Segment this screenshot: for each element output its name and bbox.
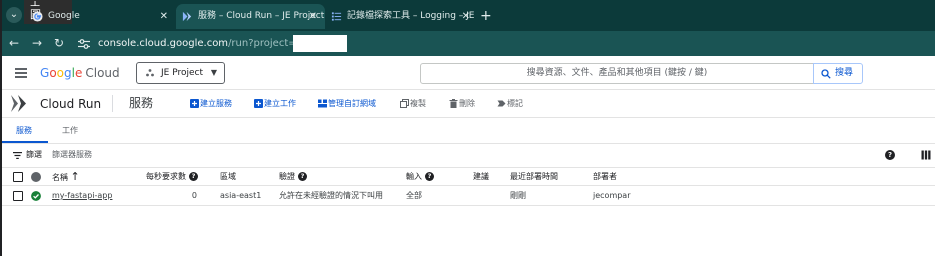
col-last-deployed[interactable]: 最近部署時間 <box>510 168 558 186</box>
button-label: 管理自訂網域 <box>328 99 376 108</box>
screen: ⌄ ㅗ 圖 Google ✕ 服務 – Cloud Run – JE Proje… <box>0 0 935 256</box>
address-bar: ← → ↻ console.cloud.google.com/run?proje… <box>0 31 935 56</box>
label-icon <box>497 100 506 107</box>
page-toolbar: Cloud Run 服務 建立服務 建立工作 管理自訂網域 複製 刪除 標記 <box>0 90 935 118</box>
url-field[interactable]: console.cloud.google.com/run?project=je-… <box>98 35 326 52</box>
filter-icon <box>13 152 22 159</box>
sort-arrow-icon: ↑ <box>70 170 80 183</box>
project-label: JE Project <box>161 68 203 78</box>
tab-jobs[interactable]: 工作 <box>48 118 92 143</box>
help-icon[interactable]: ? <box>425 172 434 181</box>
col-auth[interactable]: 驗證? <box>279 168 307 186</box>
tab-title: 服務 – Cloud Run – JE Project <box>198 11 325 21</box>
filter-bar: 篩選 篩選器服務 ? <box>0 144 935 168</box>
last-deployed-value: 剛剛 <box>510 191 526 200</box>
help-icon[interactable]: ? <box>885 150 895 160</box>
tab-title: 記錄檔探索工具 – Logging – JE <box>347 11 475 21</box>
table-header: 名稱 ↑ 每秒要求數? 區域 驗證? 輸入? 建議 最近部署時間 部署者 <box>0 168 935 186</box>
search-button[interactable]: 搜尋 <box>813 63 863 84</box>
check-circle-icon <box>31 191 41 201</box>
deployer-value: jecompar <box>593 191 631 200</box>
search-button-label: 搜尋 <box>835 68 854 78</box>
search-icon <box>821 69 831 79</box>
cloud-run-icon <box>182 11 192 22</box>
col-req-per-sec[interactable]: 每秒要求數? <box>146 168 198 186</box>
button-label: 標記 <box>507 99 523 108</box>
add-box-icon <box>190 99 199 108</box>
select-all-checkbox[interactable] <box>13 172 23 182</box>
google-cloud-logo[interactable]: Google Cloud <box>40 65 120 81</box>
help-icon[interactable]: ? <box>189 172 198 181</box>
col-deployer[interactable]: 部署者 <box>593 168 617 186</box>
status-column-icon <box>31 172 41 182</box>
button-label: 複製 <box>410 99 426 108</box>
chevron-down-icon: ▼ <box>210 68 217 77</box>
close-tab-icon[interactable]: ✕ <box>160 4 168 29</box>
page-title: 服務 <box>129 96 154 110</box>
window-edge <box>0 0 2 256</box>
button-label: 建立服務 <box>200 99 232 108</box>
ingress-value: 全部 <box>406 191 422 200</box>
tab-title: Google <box>48 11 80 21</box>
row-checkbox[interactable] <box>13 191 23 201</box>
close-tab-icon[interactable]: ✕ <box>309 4 317 29</box>
help-icon[interactable]: ? <box>298 172 307 181</box>
trash-icon <box>449 99 458 108</box>
filter-input[interactable]: 篩選器服務 <box>52 144 92 166</box>
button-label: 建立工作 <box>264 99 296 108</box>
search-input[interactable]: 搜尋資源、文件、產品和其他項目 (鍵按 / 鍵) <box>420 63 814 84</box>
back-icon[interactable]: ← <box>9 35 19 52</box>
google-icon <box>32 11 43 22</box>
col-ingress[interactable]: 輸入? <box>406 168 434 186</box>
add-box-icon <box>254 99 263 108</box>
column-display-icon[interactable] <box>921 150 931 160</box>
site-info-icon[interactable] <box>78 39 90 49</box>
project-picker[interactable]: JE Project ▼ <box>136 62 225 84</box>
divider <box>112 95 113 112</box>
menu-icon[interactable] <box>15 68 27 78</box>
tab-services[interactable]: 服務 <box>0 118 48 143</box>
redaction-box <box>293 35 347 52</box>
cloud-run-logo-icon <box>11 95 26 112</box>
req-per-sec-value: 0 <box>191 191 197 200</box>
tab-search-icon[interactable]: ⌄ <box>6 7 22 23</box>
browser-tab-google[interactable]: Google ✕ <box>26 4 176 29</box>
close-tab-icon[interactable]: ✕ <box>462 4 470 29</box>
page-tabs: 服務 工作 <box>0 118 935 144</box>
new-tab-button[interactable]: + <box>480 4 492 29</box>
browser-tab-logging[interactable]: 記錄檔探索工具 – Logging – JE ✕ <box>325 4 478 29</box>
col-recommendation[interactable]: 建議 <box>473 168 489 186</box>
product-name: Cloud Run <box>40 97 102 111</box>
table-row: my-fastapi-app 0 asia-east1 允許在未經驗證的情況下叫… <box>0 186 935 206</box>
browser-tab-cloud-run[interactable]: 服務 – Cloud Run – JE Project ✕ <box>176 4 325 29</box>
filter-label: 篩選 <box>26 150 42 159</box>
logging-icon <box>331 12 342 21</box>
button-label: 刪除 <box>459 99 475 108</box>
col-region[interactable]: 區域 <box>220 168 236 186</box>
copy-icon <box>400 99 409 108</box>
region-value: asia-east1 <box>220 191 262 200</box>
auth-value: 允許在未經驗證的情況下叫用 <box>279 191 383 200</box>
forward-icon[interactable]: → <box>32 35 42 52</box>
console-header: Google Cloud JE Project ▼ 搜尋資源、文件、產品和其他項目… <box>0 56 935 90</box>
browser-tab-strip: ⌄ ㅗ 圖 Google ✕ 服務 – Cloud Run – JE Proje… <box>0 0 935 31</box>
domains-icon <box>318 99 327 108</box>
col-name[interactable]: 名稱 ↑ <box>52 168 80 187</box>
service-name-link[interactable]: my-fastapi-app <box>52 186 112 206</box>
project-icon <box>146 69 154 77</box>
url-host: console.cloud.google.com <box>98 38 229 49</box>
reload-icon[interactable]: ↻ <box>54 35 64 52</box>
